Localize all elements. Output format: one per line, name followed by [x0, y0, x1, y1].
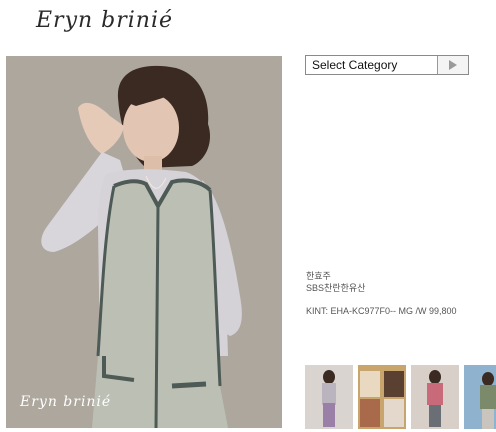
- play-triangle-icon: [449, 60, 457, 70]
- thumbnail-2[interactable]: [358, 365, 406, 429]
- thumbnail-3[interactable]: [411, 365, 459, 429]
- product-show: SBS찬란한유산: [306, 283, 366, 293]
- thumbnail-1[interactable]: [305, 365, 353, 429]
- thumbnail-strip: [305, 365, 496, 429]
- logo-text: Eryn brinié: [36, 8, 174, 33]
- category-go-button[interactable]: [437, 56, 468, 74]
- product-code-price: KINT: EHA-KC977F0-- MG /W 99,800: [306, 306, 457, 316]
- category-select-value: Select Category: [312, 58, 398, 72]
- product-main-photo: Eryn brinié: [6, 56, 282, 428]
- thumbnail-4[interactable]: [464, 365, 496, 429]
- photo-watermark: Eryn brinié: [20, 394, 112, 410]
- category-select[interactable]: Select Category: [305, 55, 469, 75]
- product-name: 한효주: [306, 271, 331, 281]
- brand-logo[interactable]: Eryn brinié: [36, 8, 216, 42]
- model-illustration: [6, 56, 282, 428]
